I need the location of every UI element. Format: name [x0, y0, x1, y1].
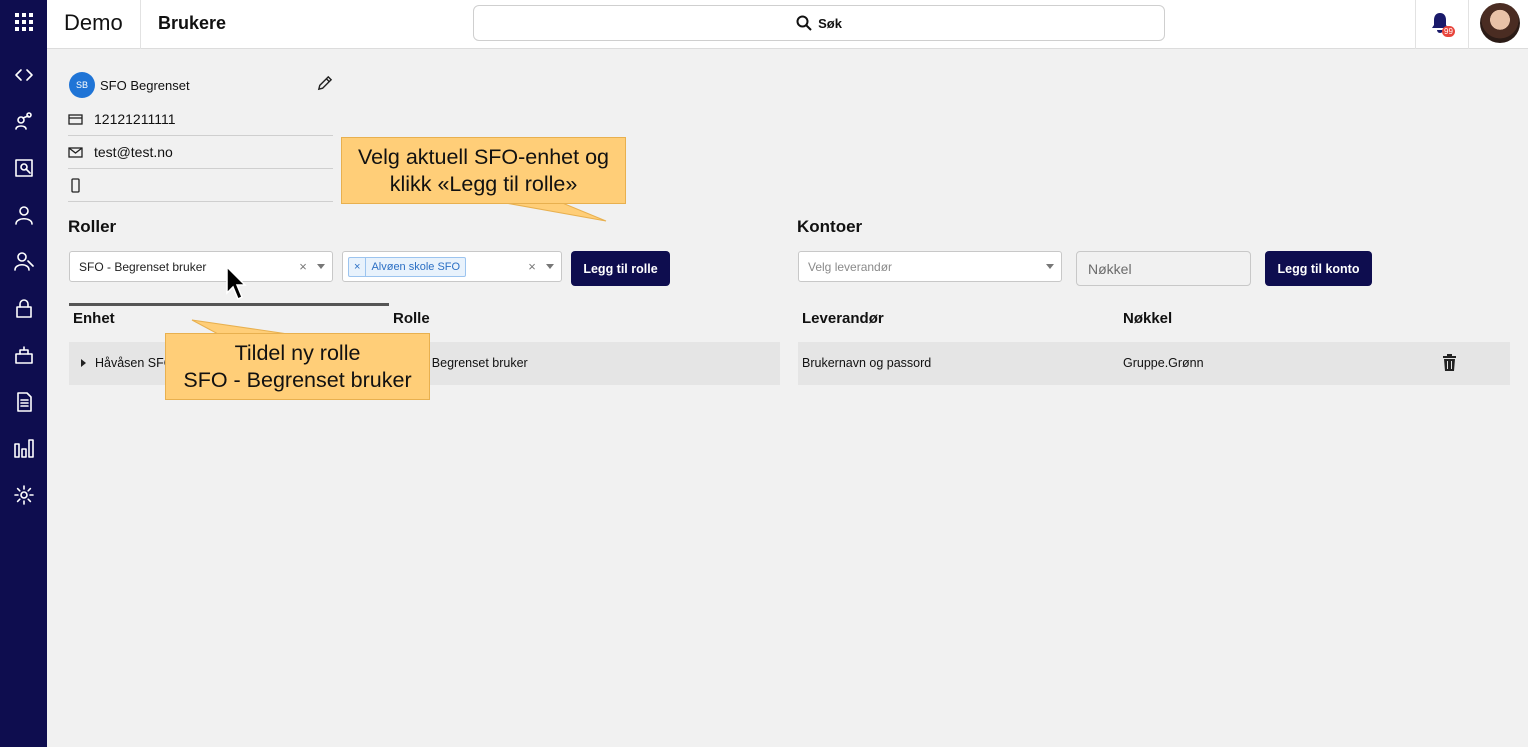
notification-badge: 99	[1442, 26, 1455, 37]
mail-icon	[68, 146, 83, 158]
user-group-icon[interactable]	[0, 241, 47, 281]
divider	[140, 0, 141, 49]
expand-caret-icon[interactable]	[81, 359, 86, 367]
email-row: test@test.no	[68, 136, 333, 169]
table-row: Brukernavn og passord Gruppe.Grønn	[798, 342, 1510, 385]
report-search-icon[interactable]	[0, 148, 47, 188]
user-avatar[interactable]	[1480, 3, 1520, 43]
side-navigation	[0, 0, 47, 747]
tutorial-callout-assign-role: Tildel ny rolle SFO - Begrenset bruker	[165, 333, 430, 400]
search-label: Søk	[818, 15, 842, 31]
column-header-unit[interactable]: Enhet	[73, 310, 115, 327]
document-icon[interactable]	[0, 382, 47, 422]
tutorial-callout-select-unit: Velg aktuell SFO-enhet og klikk «Legg ti…	[341, 137, 626, 204]
bar-chart-icon[interactable]	[0, 428, 47, 468]
callout-text: SFO - Begrenset bruker	[183, 367, 412, 392]
add-role-button[interactable]: Legg til rolle	[571, 251, 670, 286]
settings-icon[interactable]	[0, 475, 47, 515]
user-header: SB SFO Begrenset	[69, 72, 190, 98]
key-input[interactable]: Nøkkel	[1076, 251, 1251, 286]
callout-text: Tildel ny rolle	[234, 340, 361, 365]
unit-chip: × Alvøen skole SFO	[348, 256, 467, 277]
user-name: SFO Begrenset	[100, 77, 190, 93]
user-icon[interactable]	[0, 195, 47, 235]
chevron-down-icon[interactable]	[1039, 252, 1061, 281]
chevron-down-icon[interactable]	[310, 252, 332, 281]
lock-icon[interactable]	[0, 288, 47, 328]
callout-text: klikk «Legg til rolle»	[389, 171, 578, 196]
row-supplier: Brukernavn og passord	[802, 356, 932, 370]
unit-select[interactable]: × Alvøen skole SFO ×	[342, 251, 562, 282]
search-input[interactable]: Søk	[473, 5, 1165, 41]
id-card-icon	[68, 113, 83, 125]
supplier-placeholder: Velg leverandør	[808, 259, 893, 274]
top-bar: Demo Brukere Søk 99	[47, 0, 1528, 49]
chip-remove-icon[interactable]: ×	[349, 257, 367, 276]
clear-icon[interactable]: ×	[296, 259, 310, 274]
column-header-key[interactable]: Nøkkel	[1123, 310, 1172, 327]
app-title[interactable]: Demo	[64, 10, 123, 36]
mouse-cursor-icon	[226, 266, 247, 301]
divider	[1468, 0, 1469, 49]
code-icon[interactable]	[0, 55, 47, 95]
accounts-title: Kontoer	[797, 217, 863, 236]
roles-title: Roller	[68, 217, 117, 236]
apps-grid-icon[interactable]	[0, 2, 47, 42]
add-account-button[interactable]: Legg til konto	[1265, 251, 1372, 286]
trash-icon[interactable]	[1442, 354, 1458, 372]
id-number: 12121211111	[94, 111, 176, 127]
clear-icon[interactable]: ×	[525, 259, 539, 274]
edit-pencil-icon[interactable]	[316, 75, 334, 93]
user-initials-avatar: SB	[69, 72, 95, 98]
phone-row	[68, 169, 333, 202]
role-select[interactable]: SFO - Begrenset bruker ×	[69, 251, 333, 282]
users-network-icon[interactable]	[0, 101, 47, 141]
row-unit: Håvåsen SFO	[95, 356, 174, 370]
email: test@test.no	[94, 144, 173, 160]
role-select-value: SFO - Begrenset bruker	[79, 259, 207, 274]
callout-text: Velg aktuell SFO-enhet og	[358, 144, 609, 169]
search-icon	[796, 15, 812, 31]
id-number-row: 12121211111	[68, 103, 333, 136]
chevron-down-icon[interactable]	[539, 252, 561, 281]
notification-bell-icon[interactable]: 99	[1430, 12, 1455, 37]
unit-chip-label: Alvøen skole SFO	[371, 260, 461, 273]
supplier-select[interactable]: Velg leverandør	[798, 251, 1062, 282]
phone-icon	[71, 177, 80, 193]
divider	[1415, 0, 1416, 49]
column-header-supplier[interactable]: Leverandør	[802, 310, 884, 327]
column-header-role[interactable]: Rolle	[393, 310, 430, 327]
page-title: Brukere	[158, 13, 227, 33]
row-key: Gruppe.Grønn	[1123, 356, 1204, 370]
building-icon[interactable]	[0, 335, 47, 375]
